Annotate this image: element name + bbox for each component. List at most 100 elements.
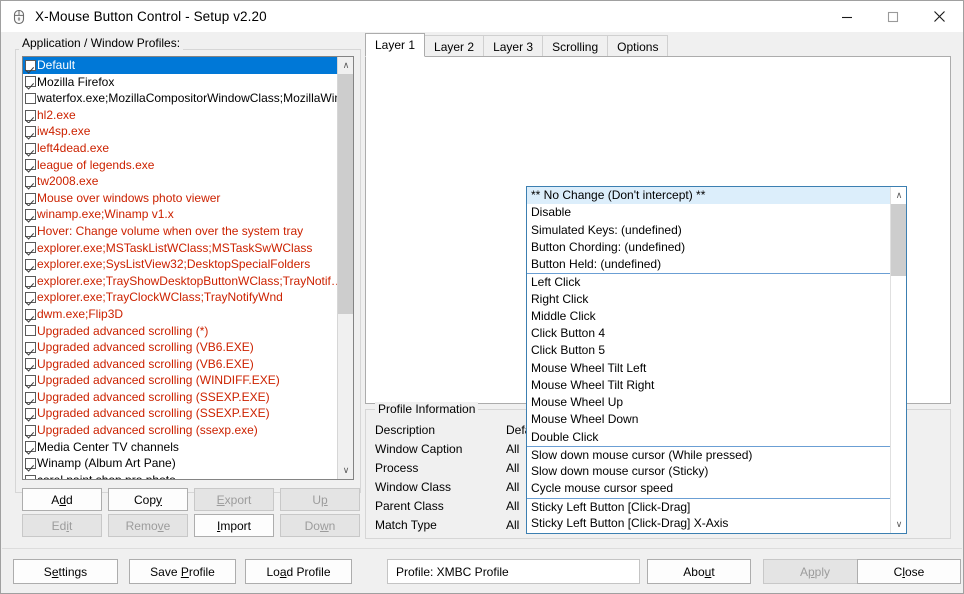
dropdown-scroll-thumb[interactable] bbox=[891, 204, 907, 276]
profile-list-item[interactable]: winamp.exe;Winamp v1.x bbox=[23, 206, 338, 223]
dropdown-scroll-up-arrow-icon[interactable]: ∧ bbox=[891, 187, 907, 204]
profile-enabled-checkbox[interactable] bbox=[25, 441, 36, 452]
profile-enabled-checkbox[interactable] bbox=[25, 358, 36, 369]
load-profile-button[interactable]: Load Profile bbox=[245, 559, 352, 584]
profile-list-item[interactable]: corel paint shop pro photo bbox=[23, 472, 338, 480]
dropdown-item[interactable]: Disable bbox=[527, 204, 891, 221]
dropdown-item[interactable]: Right Click bbox=[527, 291, 891, 308]
profile-list-item[interactable]: Upgraded advanced scrolling (SSEXP.EXE) bbox=[23, 389, 338, 406]
tab-layer-3[interactable]: Layer 3 bbox=[483, 35, 543, 57]
profile-enabled-checkbox[interactable] bbox=[25, 276, 36, 287]
profile-list-item[interactable]: explorer.exe;TrayClockWClass;TrayNotifyW… bbox=[23, 289, 338, 306]
dropdown-item[interactable]: Middle Click bbox=[527, 308, 891, 325]
profile-list-item[interactable]: Upgraded advanced scrolling (*) bbox=[23, 323, 338, 340]
dropdown-item[interactable]: Slow down mouse cursor (While pressed) bbox=[527, 446, 891, 463]
minimize-button[interactable] bbox=[824, 1, 870, 32]
profile-enabled-checkbox[interactable] bbox=[25, 309, 36, 320]
dropdown-item[interactable]: Slow down mouse cursor (Sticky) bbox=[527, 463, 891, 480]
dropdown-item[interactable]: Left Click bbox=[527, 273, 891, 290]
dropdown-item[interactable]: Mouse Wheel Tilt Left bbox=[527, 360, 891, 377]
profile-list-item[interactable]: league of legends.exe bbox=[23, 157, 338, 174]
profile-list-item[interactable]: Hover: Change volume when over the syste… bbox=[23, 223, 338, 240]
profile-list-scrollbar[interactable]: ∧ ∨ bbox=[337, 57, 353, 479]
dropdown-item[interactable]: Click Button 4 bbox=[527, 325, 891, 342]
profile-enabled-checkbox[interactable] bbox=[25, 143, 36, 154]
profile-enabled-checkbox[interactable] bbox=[25, 425, 36, 436]
tab-options[interactable]: Options bbox=[607, 35, 668, 57]
dropdown-item[interactable]: Click Button 5 bbox=[527, 342, 891, 359]
profile-list-item[interactable]: Media Center TV channels bbox=[23, 439, 338, 456]
profile-list-item[interactable]: dwm.exe;Flip3D bbox=[23, 306, 338, 323]
dropdown-item[interactable]: Sticky Left Button [Click-Drag] bbox=[527, 498, 891, 515]
scroll-down-arrow-icon[interactable]: ∨ bbox=[338, 462, 354, 479]
profile-enabled-checkbox[interactable] bbox=[25, 242, 36, 253]
profile-enabled-checkbox[interactable] bbox=[25, 259, 36, 270]
profile-list-item[interactable]: explorer.exe;SysListView32;DesktopSpecia… bbox=[23, 256, 338, 273]
profile-list-item[interactable]: hl2.exe bbox=[23, 107, 338, 124]
maximize-button[interactable] bbox=[870, 1, 916, 32]
dropdown-item[interactable]: Sticky Left Button [Click-Drag] X-Axis bbox=[527, 515, 891, 532]
tab-scrolling[interactable]: Scrolling bbox=[542, 35, 608, 57]
profile-list-item[interactable]: explorer.exe;TrayShowDesktopButtonWClass… bbox=[23, 273, 338, 290]
profile-list-item[interactable]: Upgraded advanced scrolling (ssexp.exe) bbox=[23, 422, 338, 439]
dropdown-item[interactable]: Double Click bbox=[527, 429, 891, 446]
application-profiles-list[interactable]: DefaultMozilla Firefoxwaterfox.exe;Mozil… bbox=[22, 56, 354, 480]
profile-list-item[interactable]: left4dead.exe bbox=[23, 140, 338, 157]
scroll-thumb[interactable] bbox=[338, 74, 354, 314]
copy-button[interactable]: Copy bbox=[108, 488, 188, 511]
profile-list-item[interactable]: waterfox.exe;MozillaCompositorWindowClas… bbox=[23, 90, 338, 107]
profile-enabled-checkbox[interactable] bbox=[25, 226, 36, 237]
save-profile-button[interactable]: Save Profile bbox=[129, 559, 236, 584]
middle-button-dropdown-list[interactable]: ** No Change (Don't intercept) **Disable… bbox=[526, 186, 907, 534]
add-button[interactable]: Add bbox=[22, 488, 102, 511]
profile-enabled-checkbox[interactable] bbox=[25, 93, 36, 104]
profile-enabled-checkbox[interactable] bbox=[25, 209, 36, 220]
settings-button[interactable]: Settings bbox=[13, 559, 118, 584]
import-button[interactable]: Import bbox=[194, 514, 274, 537]
dropdown-scrollbar[interactable]: ∧ ∨ bbox=[890, 187, 906, 533]
tab-layer-2[interactable]: Layer 2 bbox=[424, 35, 484, 57]
profile-list-item[interactable]: explorer.exe;MSTaskListWClass;MSTaskSwWC… bbox=[23, 240, 338, 257]
dropdown-item[interactable]: ** No Change (Don't intercept) ** bbox=[527, 187, 891, 204]
profile-info-key: Match Type bbox=[375, 518, 437, 532]
profile-enabled-checkbox[interactable] bbox=[25, 126, 36, 137]
dropdown-item[interactable]: Cycle mouse cursor speed bbox=[527, 480, 891, 497]
profile-enabled-checkbox[interactable] bbox=[25, 60, 36, 71]
dropdown-item[interactable]: Mouse Wheel Down bbox=[527, 411, 891, 428]
close-button[interactable]: Close bbox=[857, 559, 961, 584]
profile-list-item[interactable]: Upgraded advanced scrolling (VB6.EXE) bbox=[23, 339, 338, 356]
profile-enabled-checkbox[interactable] bbox=[25, 408, 36, 419]
dropdown-item[interactable]: Button Chording: (undefined) bbox=[527, 239, 891, 256]
dropdown-item[interactable]: Button Held: (undefined) bbox=[527, 256, 891, 273]
close-window-button[interactable] bbox=[916, 1, 962, 32]
profile-list-item[interactable]: Winamp (Album Art Pane) bbox=[23, 455, 338, 472]
dropdown-item[interactable]: Simulated Keys: (undefined) bbox=[527, 222, 891, 239]
profile-enabled-checkbox[interactable] bbox=[25, 110, 36, 121]
profile-enabled-checkbox[interactable] bbox=[25, 76, 36, 87]
profile-enabled-checkbox[interactable] bbox=[25, 176, 36, 187]
dropdown-scroll-down-arrow-icon[interactable]: ∨ bbox=[891, 516, 907, 533]
scroll-up-arrow-icon[interactable]: ∧ bbox=[338, 57, 354, 74]
profile-enabled-checkbox[interactable] bbox=[25, 342, 36, 353]
profile-enabled-checkbox[interactable] bbox=[25, 392, 36, 403]
profile-list-item[interactable]: Upgraded advanced scrolling (VB6.EXE) bbox=[23, 356, 338, 373]
about-button[interactable]: About bbox=[647, 559, 751, 584]
profile-enabled-checkbox[interactable] bbox=[25, 292, 36, 303]
profile-enabled-checkbox[interactable] bbox=[25, 325, 36, 336]
down-button: Down bbox=[280, 514, 360, 537]
profile-enabled-checkbox[interactable] bbox=[25, 375, 36, 386]
dropdown-item[interactable]: Mouse Wheel Tilt Right bbox=[527, 377, 891, 394]
profile-enabled-checkbox[interactable] bbox=[25, 159, 36, 170]
profile-list-item[interactable]: Mouse over windows photo viewer bbox=[23, 190, 338, 207]
profile-list-item[interactable]: Mozilla Firefox bbox=[23, 74, 338, 91]
profile-enabled-checkbox[interactable] bbox=[25, 193, 36, 204]
dropdown-item[interactable]: Mouse Wheel Up bbox=[527, 394, 891, 411]
profile-list-item[interactable]: iw4sp.exe bbox=[23, 123, 338, 140]
profile-list-item[interactable]: Upgraded advanced scrolling (SSEXP.EXE) bbox=[23, 405, 338, 422]
profile-enabled-checkbox[interactable] bbox=[25, 458, 36, 469]
profile-enabled-checkbox[interactable] bbox=[25, 475, 36, 480]
profile-list-item[interactable]: tw2008.exe bbox=[23, 173, 338, 190]
tab-layer-1[interactable]: Layer 1 bbox=[365, 33, 425, 57]
profile-list-item[interactable]: Upgraded advanced scrolling (WINDIFF.EXE… bbox=[23, 372, 338, 389]
profile-list-item[interactable]: Default bbox=[23, 57, 338, 74]
